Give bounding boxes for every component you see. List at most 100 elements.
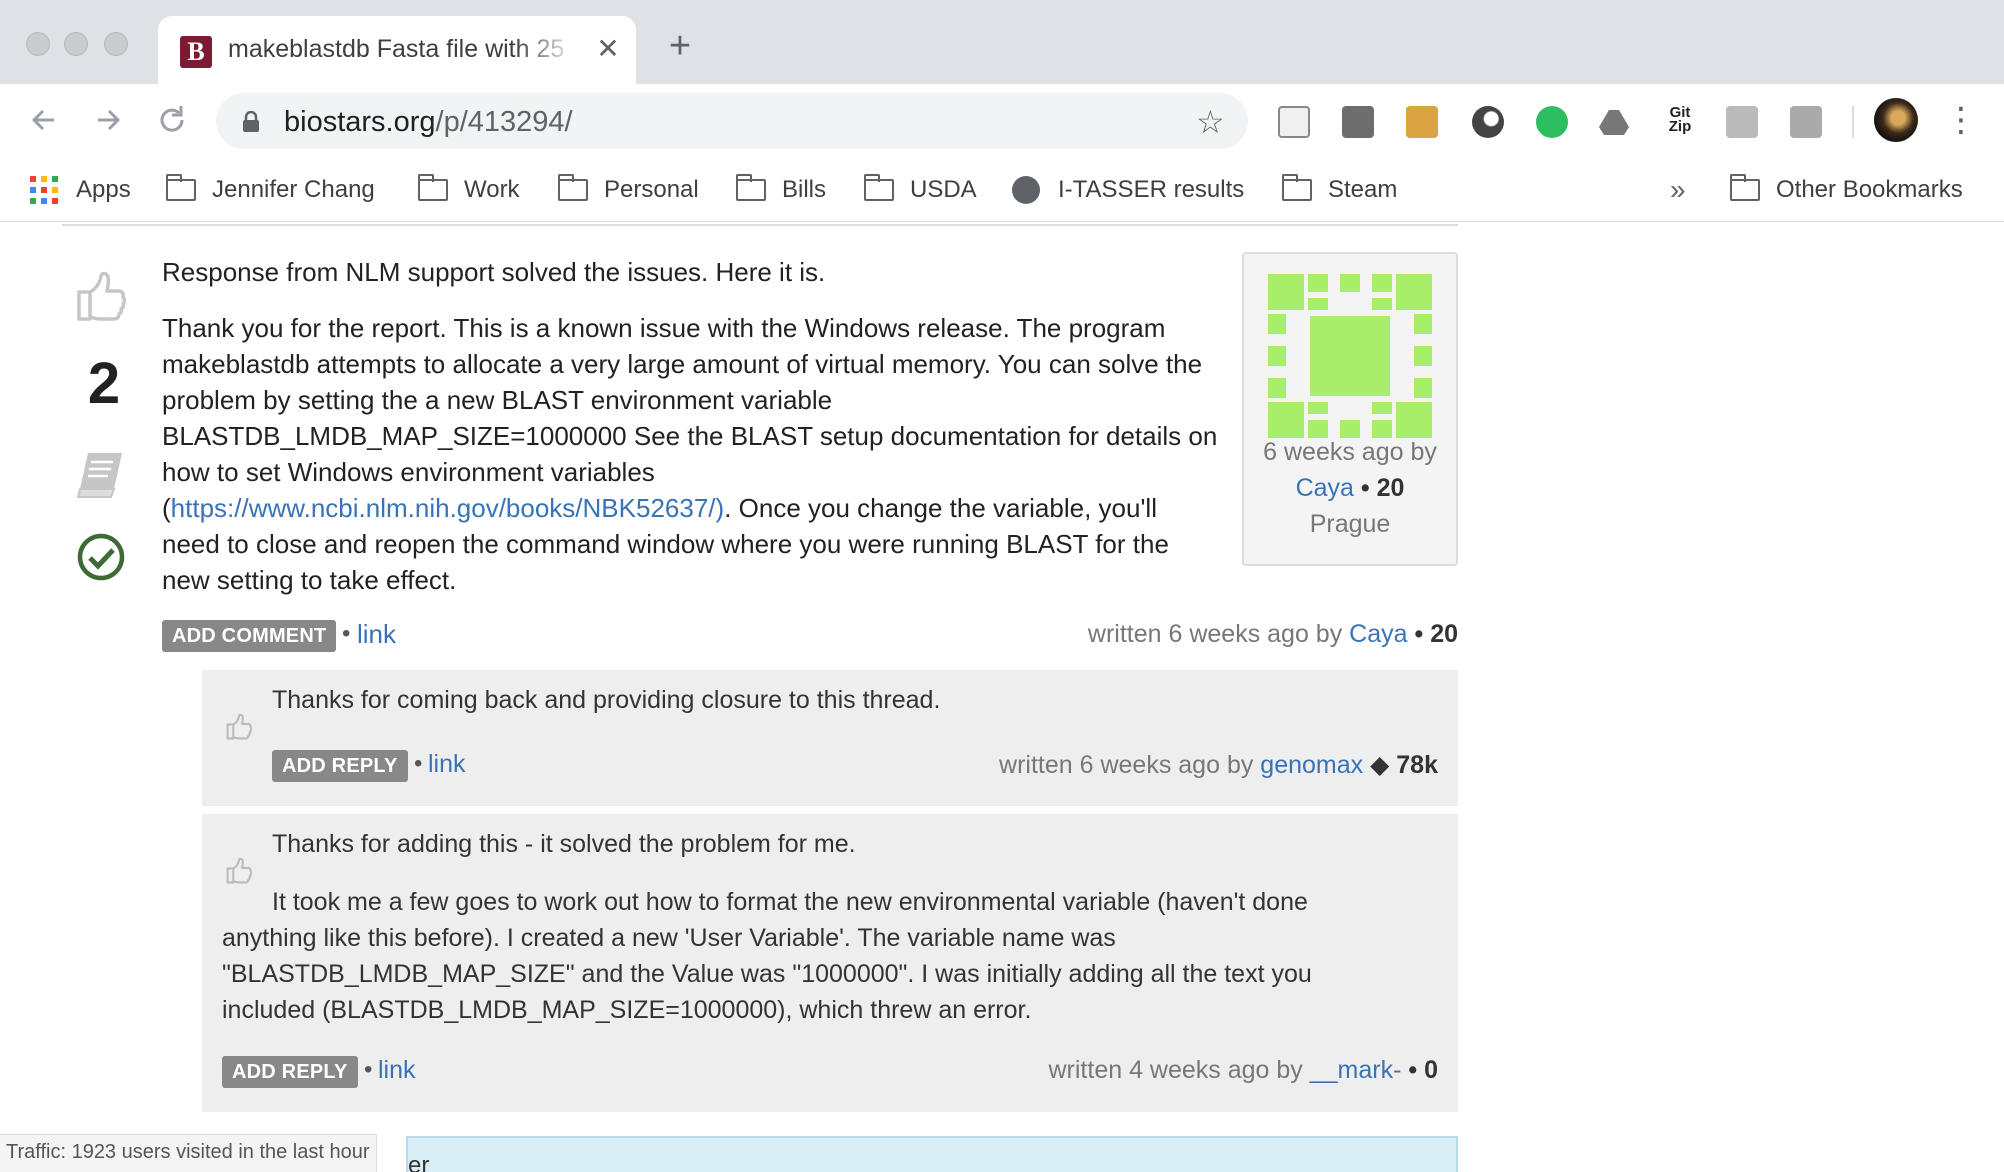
user-card: 6 weeks ago by Caya • 20 Prague xyxy=(1242,252,1458,566)
bookmark-personal[interactable]: Personal xyxy=(558,170,699,210)
thumbs-up-icon[interactable] xyxy=(76,268,126,322)
thumbs-up-icon[interactable] xyxy=(226,856,252,884)
answer-line: Thank you for the report. This is a know… xyxy=(162,313,1166,343)
close-window-button[interactable] xyxy=(26,32,50,56)
page-content: 2 Response from NLM support solved the i… xyxy=(0,222,2004,1172)
bookmarks-overflow-button[interactable]: » xyxy=(1670,170,1686,210)
answer-line: need to close and reopen the command win… xyxy=(162,529,1169,559)
doge-icon[interactable] xyxy=(1406,106,1438,138)
next-post-text: er xyxy=(408,1152,430,1172)
reputation: 20 xyxy=(1376,474,1405,502)
paren: ( xyxy=(162,493,171,523)
bookmark-star-icon[interactable]: ☆ xyxy=(1196,103,1225,141)
moderator-diamond-icon: ◆ xyxy=(1363,751,1397,779)
answer-line: new setting to take effect. xyxy=(162,565,457,595)
bookmark-itasser[interactable]: I-TASSER results xyxy=(1012,170,1244,210)
thumbs-up-icon[interactable] xyxy=(226,712,252,740)
comment-line: "BLASTDB_LMDB_MAP_SIZE" and the Value wa… xyxy=(222,960,1312,988)
card-user: Caya • 20 xyxy=(1244,474,1456,503)
comment-permalink[interactable]: link xyxy=(428,746,466,782)
tab-title: makeblastdb Fasta file with 25 xyxy=(228,35,565,63)
document-icon[interactable] xyxy=(1278,106,1310,138)
written-text: written 6 weeks ago by xyxy=(1087,620,1350,648)
folder-icon xyxy=(166,174,196,201)
browser-menu-icon[interactable]: ⋮ xyxy=(1944,102,1978,138)
notebook-icon[interactable] xyxy=(1342,106,1374,138)
author-link[interactable]: genomax xyxy=(1260,751,1363,779)
bookmark-work[interactable]: Work xyxy=(418,170,520,210)
bookmark-usda[interactable]: USDA xyxy=(864,170,977,210)
lock-icon xyxy=(243,111,259,132)
bookmark-book-icon[interactable] xyxy=(76,450,126,500)
accepted-check-icon[interactable] xyxy=(76,532,126,582)
back-icon[interactable] xyxy=(24,100,64,140)
comment-line: included (BLASTDB_LMDB_MAP_SIZE=1000000)… xyxy=(222,996,1032,1024)
circle-icon[interactable] xyxy=(1472,106,1504,138)
profile-avatar[interactable] xyxy=(1874,98,1918,142)
url-host: biostars.org xyxy=(284,106,436,138)
bookmark-steam[interactable]: Steam xyxy=(1282,170,1397,210)
drive-icon[interactable] xyxy=(1598,106,1630,138)
bookmark-label: USDA xyxy=(910,176,977,203)
answer-line: BLASTDB_LMDB_MAP_SIZE=1000000 See the BL… xyxy=(162,421,1218,451)
minimize-window-button[interactable] xyxy=(64,32,88,56)
answer-line: how to set Windows environment variables xyxy=(162,457,655,487)
card-user-link[interactable]: Caya xyxy=(1296,474,1354,502)
bookmark-jennifer-chang[interactable]: Jennifer Chang xyxy=(166,170,375,210)
comment-line: It took me a few goes to work out how to… xyxy=(272,888,1308,916)
card-timestamp: 6 weeks ago by xyxy=(1263,438,1437,466)
reload-icon[interactable] xyxy=(152,100,192,140)
url-text[interactable]: biostars.org/p/413294/ xyxy=(284,106,573,139)
forward-icon[interactable] xyxy=(88,100,128,140)
apps-grid-icon xyxy=(30,176,58,204)
separator: • xyxy=(1401,1056,1425,1084)
folder-icon xyxy=(864,174,894,201)
written-text: written 6 weeks ago by xyxy=(999,751,1261,779)
add-reply-button[interactable]: ADD REPLY xyxy=(222,1056,358,1088)
bookmark-apps[interactable]: Apps xyxy=(30,170,131,210)
bookmark-label: Work xyxy=(464,176,520,203)
separator: • xyxy=(1353,474,1377,502)
globe-icon xyxy=(1012,176,1040,204)
answer-written-info: written 6 weeks ago by Caya • 20 xyxy=(1088,620,1458,649)
answer-permalink[interactable]: link xyxy=(357,616,396,652)
browser-tab[interactable]: B makeblastdb Fasta file with 25 ✕ xyxy=(158,16,636,84)
bullet: • xyxy=(364,1056,373,1083)
bookmark-label: Steam xyxy=(1328,176,1398,203)
author-link[interactable]: __mark- xyxy=(1310,1056,1402,1084)
answer-line: (https://www.ncbi.nlm.nih.gov/books/NBK5… xyxy=(162,490,1232,526)
bookmark-bills[interactable]: Bills xyxy=(736,170,826,210)
new-tab-button[interactable]: + xyxy=(660,26,700,66)
identicon-avatar[interactable] xyxy=(1268,274,1432,438)
comment-text: Thanks for coming back and providing clo… xyxy=(272,686,941,714)
add-reply-button[interactable]: ADD REPLY xyxy=(272,750,408,782)
hypothesis-icon[interactable] xyxy=(1726,106,1758,138)
bookmark-label: Personal xyxy=(604,176,699,203)
traffic-status: Traffic: 1923 users visited in the last … xyxy=(0,1134,377,1172)
answer-line: makeblastdb attempts to allocate a very … xyxy=(162,349,1203,379)
bookmark-other[interactable]: Other Bookmarks xyxy=(1730,170,1963,210)
gitzip-icon[interactable]: Git Zip xyxy=(1660,105,1700,138)
add-comment-button[interactable]: ADD COMMENT xyxy=(162,620,337,652)
comment-line: anything like this before). I created a … xyxy=(222,924,1116,952)
reputation: 0 xyxy=(1424,1056,1438,1084)
comment-written-info: written 4 weeks ago by __mark- • 0 xyxy=(1049,1056,1439,1085)
tab-close-icon[interactable]: ✕ xyxy=(590,32,626,65)
comment-card: Thanks for adding this - it solved the p… xyxy=(202,814,1458,1112)
bookmark-label: I-TASSER results xyxy=(1058,176,1245,203)
address-bar[interactable]: biostars.org/p/413294/ ☆ xyxy=(216,93,1248,149)
answer-text: . Once you change the variable, you'll xyxy=(724,493,1157,523)
folder-icon xyxy=(558,174,588,201)
bookmarks-bar: Apps Jennifer Chang Work Personal Bills … xyxy=(0,158,2004,222)
zoom-window-button[interactable] xyxy=(104,32,128,56)
bullet: • xyxy=(342,620,351,647)
reputation: 78k xyxy=(1396,751,1438,779)
bi-icon[interactable] xyxy=(1790,106,1822,138)
card-location: Prague xyxy=(1309,510,1391,538)
evernote-icon[interactable] xyxy=(1536,106,1568,138)
author-link[interactable]: Caya xyxy=(1349,620,1407,648)
vote-count: 2 xyxy=(87,351,121,416)
folder-icon xyxy=(1282,174,1312,201)
comment-permalink[interactable]: link xyxy=(378,1052,416,1088)
ncbi-docs-link[interactable]: https://www.ncbi.nlm.nih.gov/books/NBK52… xyxy=(171,493,725,523)
